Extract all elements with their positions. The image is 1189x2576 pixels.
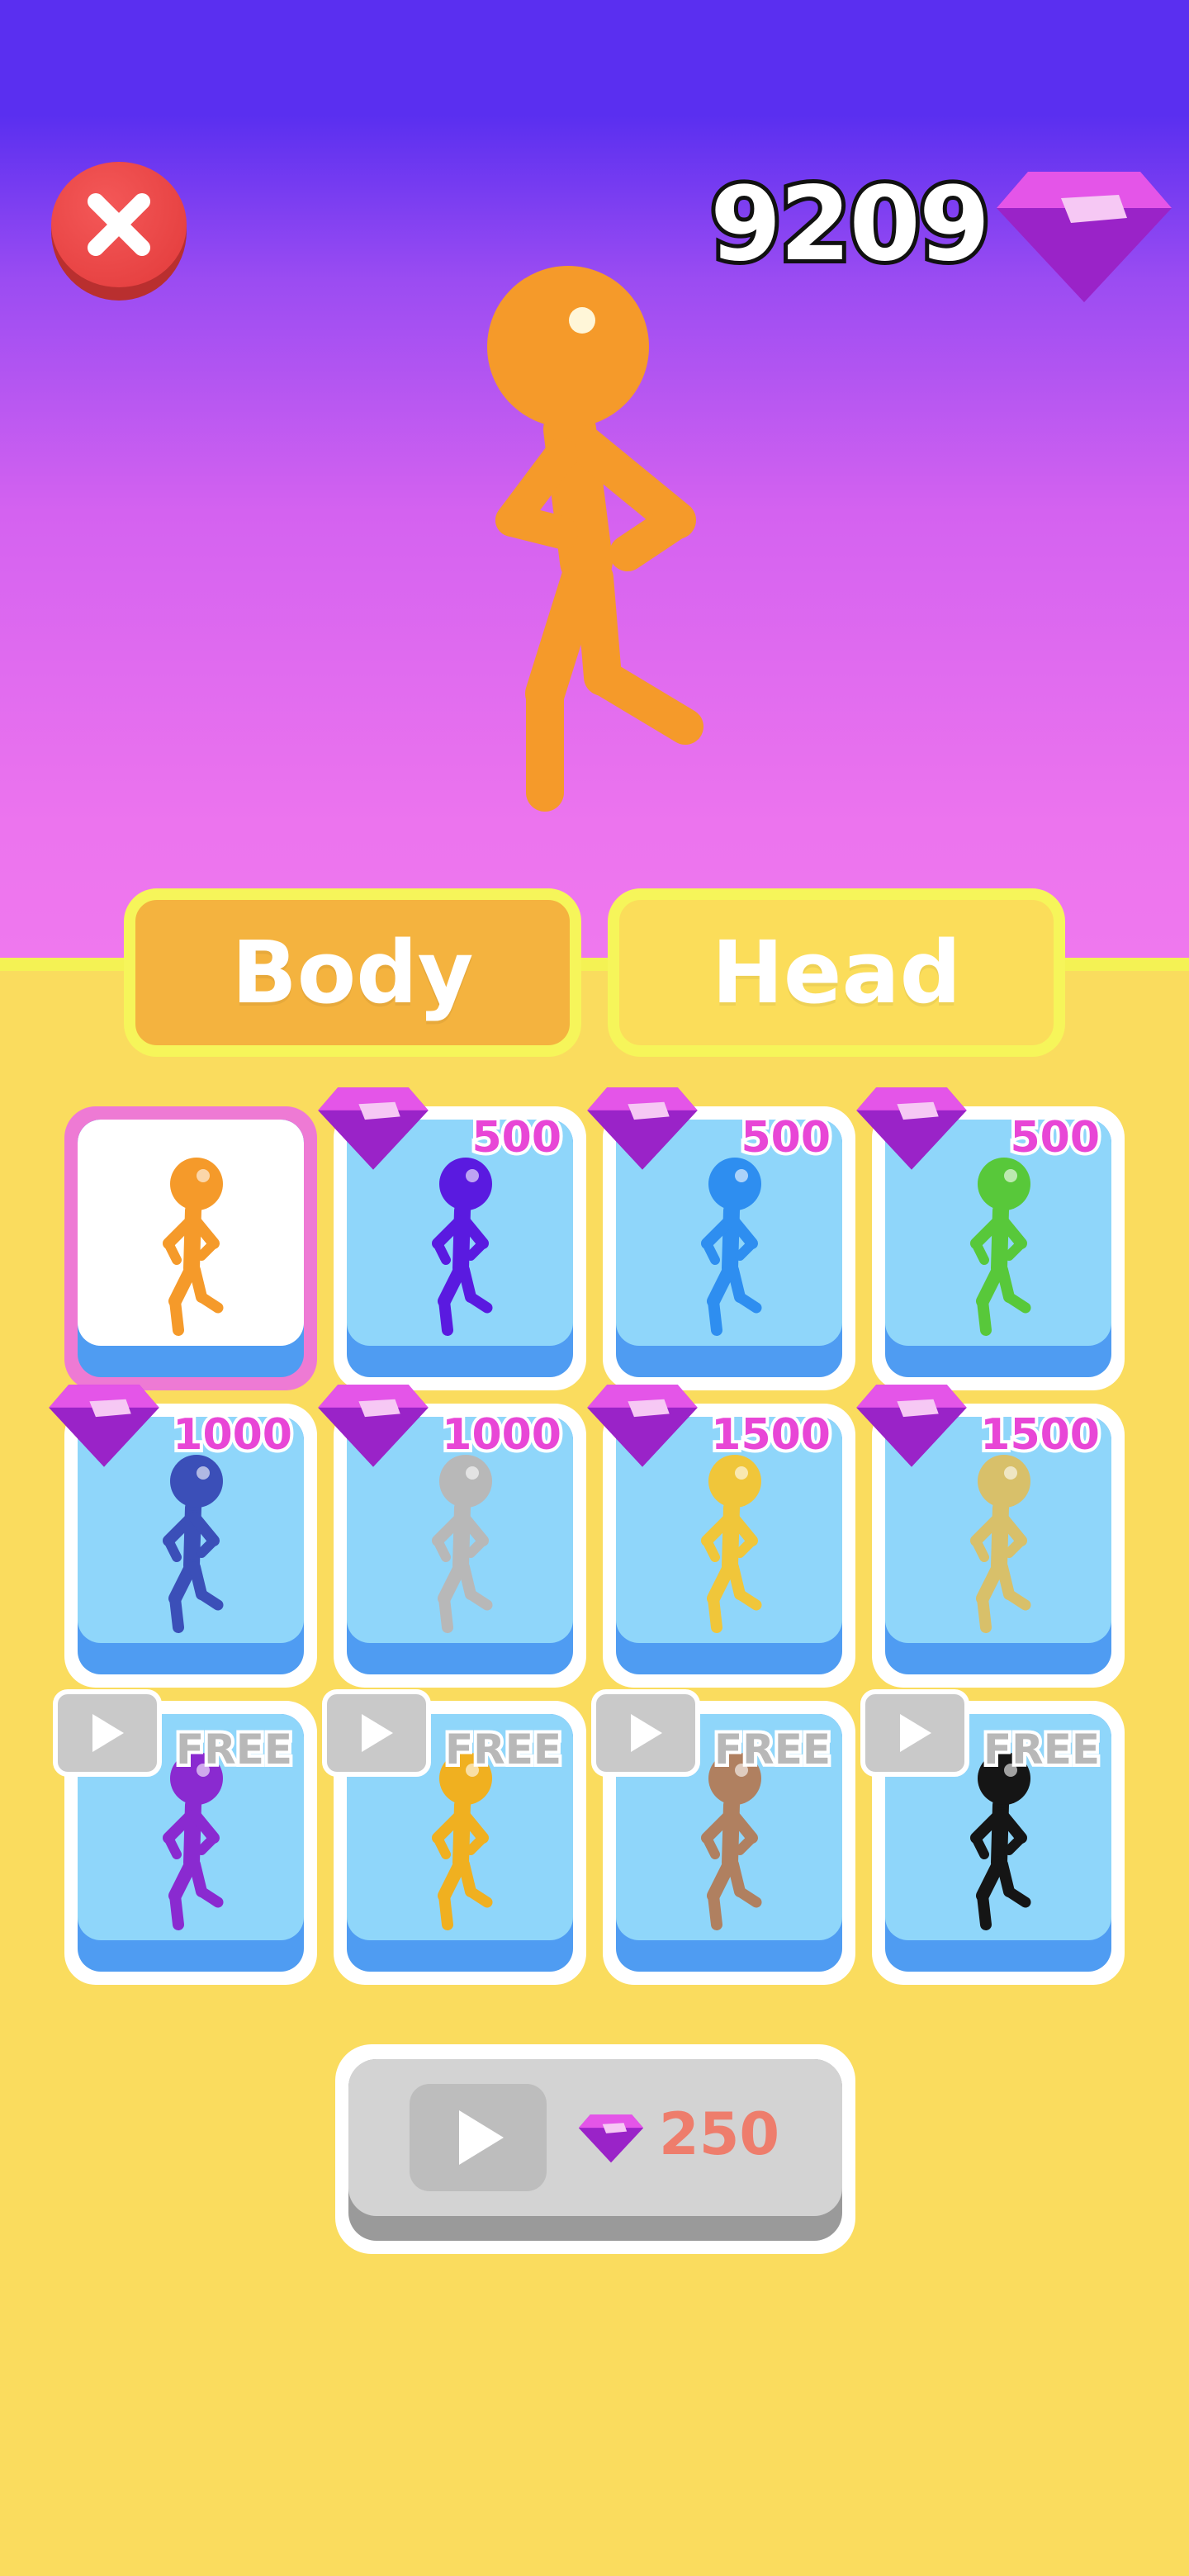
skin-free-label: FREE [442, 1726, 565, 1773]
skin-card[interactable]: FREE [322, 1689, 586, 1985]
skin-card[interactable]: 1000 [318, 1385, 586, 1688]
skin-free-label: FREE [980, 1726, 1103, 1773]
gem-icon [578, 2114, 644, 2163]
skin-card[interactable]: FREE [591, 1689, 855, 1985]
skin-card[interactable]: FREE [53, 1689, 317, 1985]
skin-card[interactable]: 1500 [856, 1385, 1125, 1688]
skin-price: 1500 [708, 1410, 834, 1460]
tab-body-label: Body [231, 922, 474, 1023]
skin-price: 1000 [438, 1410, 565, 1460]
gem-icon [586, 1380, 699, 1471]
skin-price: 500 [468, 1113, 565, 1163]
play-icon [459, 2110, 504, 2165]
gem-icon [317, 1380, 429, 1471]
skin-figure [78, 1120, 304, 1349]
watch-ad-button[interactable] [322, 1689, 431, 1777]
skin-card[interactable]: 1500 [587, 1385, 855, 1688]
watch-ad-button[interactable] [53, 1689, 162, 1777]
tab-body[interactable]: Body [124, 888, 581, 1057]
skin-card[interactable]: 500 [318, 1087, 586, 1390]
gem-icon [855, 1083, 968, 1174]
watch-ad-button[interactable] [860, 1689, 969, 1777]
skin-free-label: FREE [173, 1726, 296, 1773]
play-icon [92, 1714, 124, 1752]
skin-card[interactable]: 1000 [49, 1385, 317, 1688]
skin-price: 500 [1007, 1113, 1103, 1163]
skin-price: 1500 [977, 1410, 1103, 1460]
skin-card[interactable]: 500 [856, 1087, 1125, 1390]
gem-icon [586, 1083, 699, 1174]
skin-price: 1000 [169, 1410, 296, 1460]
gem-balance: 9209 [706, 165, 994, 284]
skin-card[interactable] [64, 1106, 317, 1390]
gem-icon [855, 1380, 968, 1471]
play-ad-button [410, 2084, 547, 2191]
skin-card[interactable]: 500 [587, 1087, 855, 1390]
skin-price: 500 [737, 1113, 834, 1163]
watch-ad-button[interactable] [591, 1689, 700, 1777]
skin-card[interactable]: FREE [860, 1689, 1125, 1985]
close-icon [88, 193, 150, 256]
unlock-cost: 250 [659, 2100, 780, 2168]
gem-icon [48, 1380, 160, 1471]
character-preview [487, 266, 703, 812]
random-unlock-button[interactable]: 250 [335, 2044, 855, 2254]
tab-head-label: Head [711, 922, 962, 1023]
tab-head[interactable]: Head [608, 888, 1065, 1057]
skin-free-label: FREE [711, 1726, 834, 1773]
gem-icon [997, 172, 1172, 302]
play-icon [631, 1714, 662, 1752]
gem-icon [317, 1083, 429, 1174]
play-icon [900, 1714, 931, 1752]
play-icon [362, 1714, 393, 1752]
close-button[interactable] [51, 162, 187, 301]
